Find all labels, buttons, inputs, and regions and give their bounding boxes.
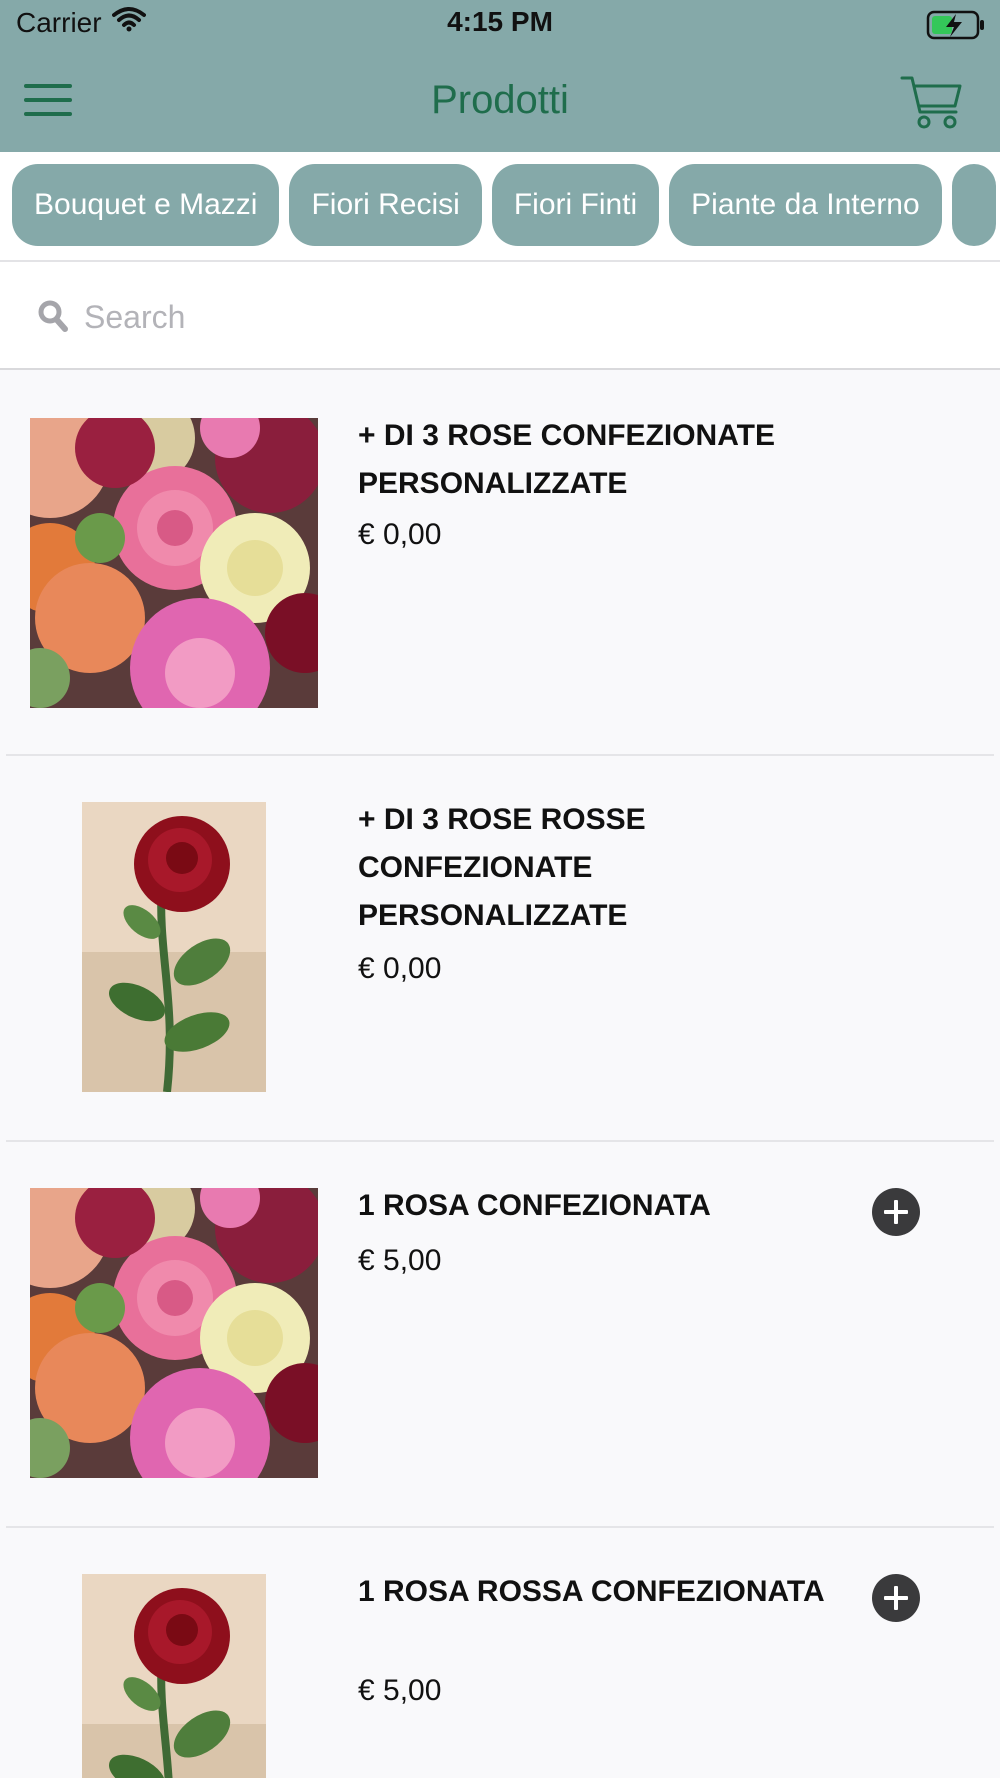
search-bar [0,262,1000,370]
category-chip[interactable]: Fiori Recisi [289,164,482,246]
product-image [30,1188,318,1478]
search-icon [38,300,68,332]
product-name: 1 ROSA CONFEZIONATA [358,1189,711,1222]
product-price: € 0,00 [358,952,442,985]
search-input[interactable] [82,286,966,348]
product-name: + DI 3 ROSE ROSSE CONFEZIONATE PERSONALI… [358,803,646,932]
category-bar[interactable]: Bouquet e Mazzi Fiori Recisi Fiori Finti… [0,152,1000,262]
category-chips: Bouquet e Mazzi Fiori Recisi Fiori Finti… [12,164,996,246]
product-price: € 0,00 [358,518,442,551]
product-price: € 5,00 [358,1244,442,1277]
category-chip-partial[interactable] [951,164,996,246]
product-name: 1 ROSA ROSSA CONFEZIONATA [358,1575,825,1608]
add-to-cart-icon[interactable] [872,1574,920,1622]
product-row[interactable]: 1 ROSA ROSSA CONFEZIONATA € 5,00 [6,1528,994,1778]
product-list: + DI 3 ROSE CONFEZIONATE PERSONALIZZATE … [6,372,994,1778]
category-chip[interactable]: Fiori Finti [491,164,660,246]
status-time: 4:15 PM [447,6,553,37]
category-chip[interactable]: Bouquet e Mazzi [12,164,280,246]
top-bar: Carrier 4:15 PM Prodotti [0,0,1000,152]
page-title: Prodotti [431,78,569,122]
product-row[interactable]: 1 ROSA CONFEZIONATA € 5,00 [6,1142,994,1528]
product-row[interactable]: + DI 3 ROSE ROSSE CONFEZIONATE PERSONALI… [6,756,994,1142]
add-to-cart-icon[interactable] [872,1188,920,1236]
product-row[interactable]: + DI 3 ROSE CONFEZIONATE PERSONALIZZATE … [6,372,994,756]
product-image [82,1574,266,1778]
product-name: + DI 3 ROSE CONFEZIONATE PERSONALIZZATE [358,419,775,500]
screen: Carrier 4:15 PM Prodotti Bouquet e Mazzi… [0,0,1000,1778]
product-image [30,418,318,708]
shopping-cart-icon[interactable] [900,72,964,132]
product-image [82,802,266,1092]
battery-charging-icon [926,10,986,45]
product-price: € 5,00 [358,1674,442,1707]
category-chip[interactable]: Piante da Interno [669,164,942,246]
